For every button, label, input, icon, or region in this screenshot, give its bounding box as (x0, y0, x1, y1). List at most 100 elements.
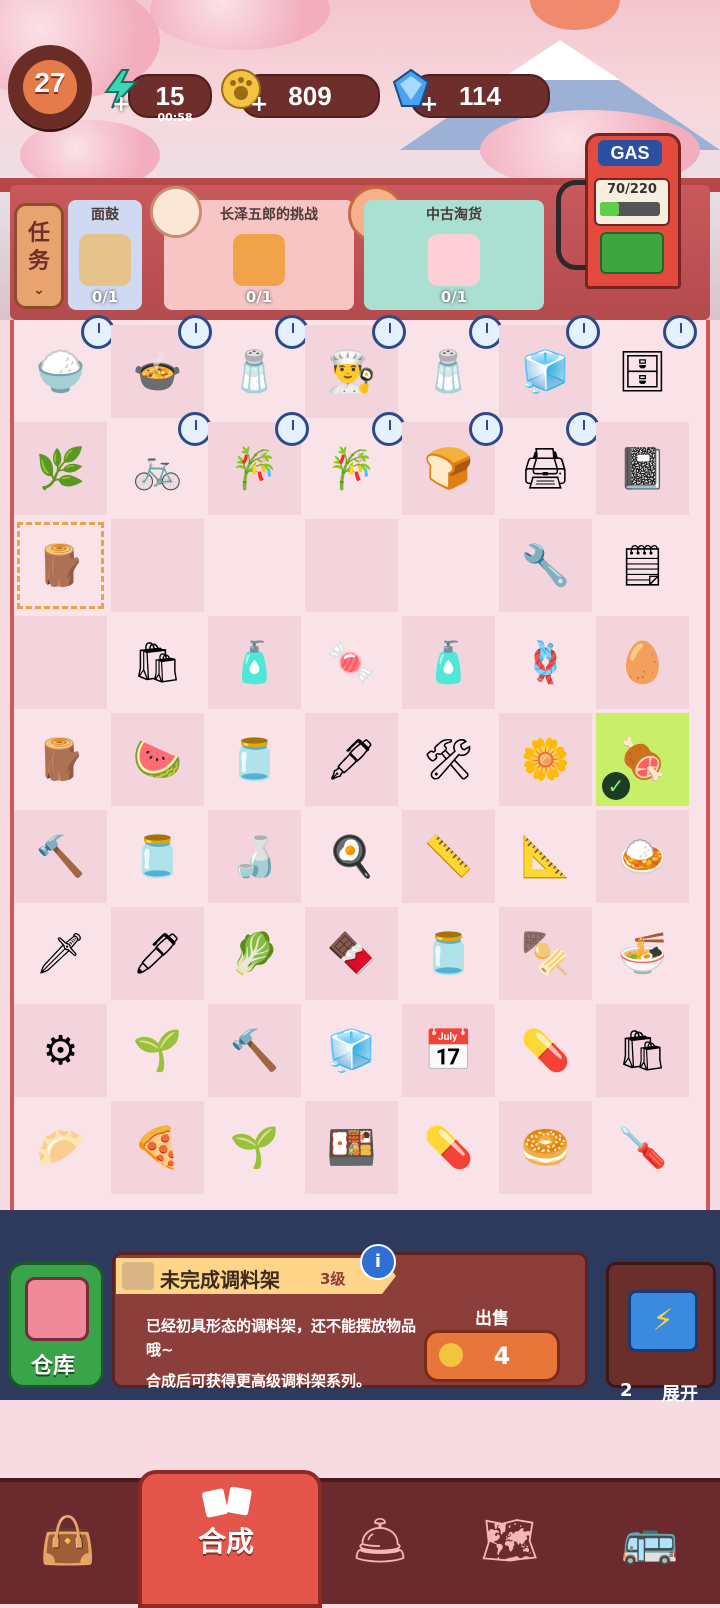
board-cell[interactable]: 🛍 (111, 616, 204, 709)
dumpling-icon[interactable]: 🥟 (28, 1115, 93, 1180)
board-cell[interactable]: 🎋 (208, 412, 309, 515)
board-cell[interactable]: 🪛 (596, 1101, 689, 1194)
pizza-icon[interactable]: 🍕 (125, 1115, 190, 1180)
board-cell[interactable] (208, 519, 301, 612)
sugarcane-sprout-icon[interactable]: 🌱 (222, 1115, 287, 1180)
board-cell[interactable]: 🥚 (596, 616, 689, 709)
ruler-icon[interactable]: 📏 (416, 824, 481, 889)
board-cell[interactable]: 🗡 (14, 907, 107, 1000)
board-cell[interactable]: 🧴 (208, 616, 301, 709)
board-cell[interactable]: 🔨 (14, 810, 107, 903)
chef-hat-icon[interactable]: 👨‍🍳 (319, 339, 384, 404)
mallet-icon[interactable]: 🔨 (222, 1018, 287, 1083)
noodle-bowl-icon[interactable]: 🍜 (610, 921, 675, 986)
sugar-cubes-icon[interactable]: 🧊 (319, 1018, 384, 1083)
boiled-egg-icon[interactable]: 🥚 (610, 630, 675, 695)
board-cell[interactable]: 🫙 (208, 713, 301, 806)
board-cell[interactable]: 🚲 (111, 412, 212, 515)
gas-refill-button[interactable] (600, 232, 664, 274)
board-cell[interactable]: ⚙ (14, 1004, 107, 1097)
board-cell[interactable]: 💊 (499, 1004, 592, 1097)
printer-icon[interactable]: 🖨 (513, 436, 578, 501)
board-cell[interactable]: 🍢 (499, 907, 592, 1000)
rice-cooker-icon[interactable]: 🍚 (28, 339, 93, 404)
kunai-icon[interactable]: 🗡 (28, 921, 93, 986)
pliers-icon[interactable]: 🛠 (416, 727, 481, 792)
notepad-icon[interactable]: 🗒 (610, 533, 675, 598)
rice-plate-icon[interactable]: 🍛 (610, 824, 675, 889)
calendar-icon[interactable]: 📅 (416, 1018, 481, 1083)
board-cell[interactable]: 🥯 (499, 1101, 592, 1194)
board-cell[interactable]: 🎋 (305, 412, 406, 515)
player-level-badge[interactable]: 27 (8, 45, 92, 129)
board-cell[interactable]: 🔨 (208, 1004, 301, 1097)
board-cell[interactable]: 🪢 (499, 616, 592, 709)
board-cell[interactable]: 📏 (402, 810, 495, 903)
board-cell[interactable]: 🥟 (14, 1101, 107, 1194)
board-cell[interactable]: 🖨 (499, 412, 600, 515)
board-cell[interactable]: 🍱 (305, 1101, 398, 1194)
board-cell[interactable]: 🍛 (596, 810, 689, 903)
wrench-icon[interactable]: 🔧 (513, 533, 578, 598)
board-cell[interactable]: 🖋 (305, 713, 398, 806)
board-cell[interactable]: 🍜 (596, 907, 689, 1000)
gear-icon[interactable]: ⚙ (28, 1018, 93, 1083)
board-cell[interactable]: 🌿 (14, 422, 107, 515)
board-cell[interactable]: 📐 (499, 810, 592, 903)
add-gems-icon[interactable]: + (420, 92, 438, 117)
plant-tree-icon[interactable]: 🌿 (28, 436, 93, 501)
spice-rack-shelf-icon[interactable]: 🧂 (222, 339, 287, 404)
sugarcane-bundle-icon[interactable]: 🎋 (222, 436, 287, 501)
board-cell[interactable]: 🪵 (14, 713, 107, 806)
tab-restaurant[interactable]: 🛎 (320, 1490, 440, 1590)
order-card[interactable]: 中古淘货 0/1 (364, 200, 544, 310)
board-cell[interactable]: 🧴 (402, 616, 495, 709)
board-cell[interactable]: 🗄 (596, 315, 697, 418)
board-cell[interactable]: 📅 (402, 1004, 495, 1097)
fountain-pen-icon[interactable]: 🖋 (319, 727, 384, 792)
screwdriver-icon[interactable]: 🪛 (610, 1115, 675, 1180)
board-cell[interactable]: 🍉 (111, 713, 204, 806)
board-cell[interactable]: 🗒 (596, 519, 689, 612)
board-cell[interactable]: 🍖 ✓ (596, 713, 689, 806)
medicine-bottle-icon[interactable]: 💊 (513, 1018, 578, 1083)
board-cell[interactable]: 🛠 (402, 713, 495, 806)
tape-measure-icon[interactable]: 📐 (513, 824, 578, 889)
board-cell[interactable]: 🧂 (208, 315, 309, 418)
steamed-bun-icon[interactable]: 🥯 (513, 1115, 578, 1180)
add-energy-icon[interactable]: + (112, 92, 130, 117)
board-cell[interactable]: 🍚 (14, 315, 115, 418)
unfinished-rack-icon[interactable]: 🪵 (28, 533, 93, 598)
board-cell[interactable]: 🧊 (305, 1004, 398, 1097)
mala-jar-icon[interactable]: 🫙 (416, 921, 481, 986)
watermelon-icon[interactable]: 🍉 (125, 727, 190, 792)
board-cell[interactable]: 🖊 (111, 907, 204, 1000)
board-cell[interactable]: 🌼 (499, 713, 592, 806)
board-cell[interactable]: 📓 (596, 422, 689, 515)
seaweed-mat-icon[interactable]: 🍱 (319, 1115, 384, 1180)
hammer-icon[interactable]: 🔨 (28, 824, 93, 889)
sugarcane-log-icon[interactable]: 🪵 (28, 727, 93, 792)
board-cell[interactable]: 🍶 (208, 810, 301, 903)
cabinet-icon[interactable]: 🗄 (610, 339, 675, 404)
skewers-icon[interactable]: 🍢 (513, 921, 578, 986)
glue-bottle-icon[interactable]: 🧴 (416, 630, 481, 695)
info-icon[interactable]: i (360, 1244, 396, 1280)
board-cell[interactable]: 🍲 (111, 315, 212, 418)
tab-shop[interactable]: 👜 (8, 1490, 128, 1590)
board-cell[interactable]: 💊 (402, 1101, 495, 1194)
fridge-icon[interactable]: 🧊 (513, 339, 578, 404)
sugarcane-pair-icon[interactable]: 🎋 (319, 436, 384, 501)
board-cell[interactable] (402, 519, 495, 612)
paper-bag-icon[interactable]: 🛍 (610, 1018, 675, 1083)
board-cell[interactable]: 🧂 (402, 315, 503, 418)
board-cell[interactable]: 🛍 (596, 1004, 689, 1097)
gum-pack-icon[interactable]: 🍬 (319, 630, 384, 695)
sprout-icon[interactable]: 🌱 (125, 1018, 190, 1083)
board-cell[interactable]: 🧊 (499, 315, 600, 418)
board-cell[interactable]: 🌱 (208, 1101, 301, 1194)
toaster-icon[interactable]: 🍞 (416, 436, 481, 501)
order-card[interactable]: 长泽五郎的挑战 0/1 (150, 186, 354, 310)
chocolate-plate-icon[interactable]: 🍫 (319, 921, 384, 986)
board-cell[interactable]: 🍳 (305, 810, 398, 903)
